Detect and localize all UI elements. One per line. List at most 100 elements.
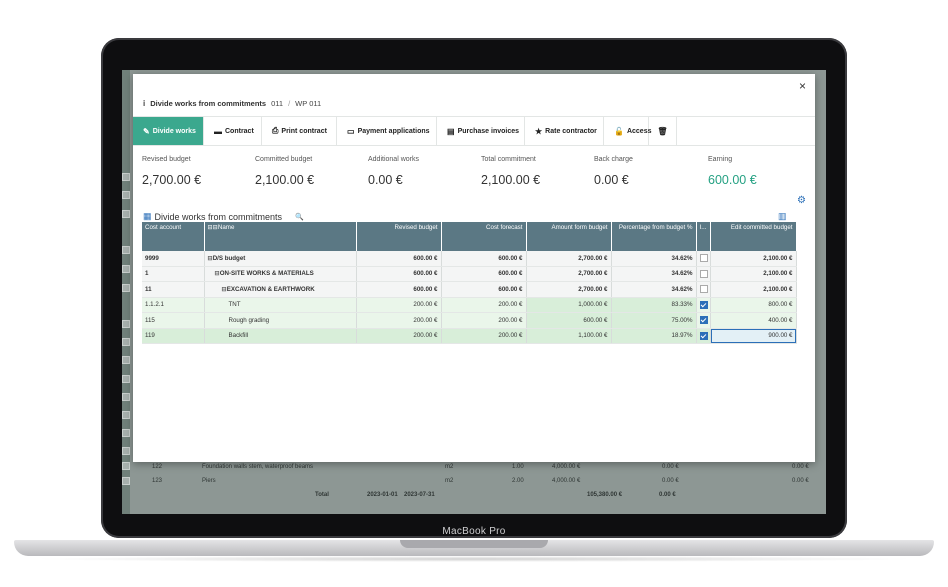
laptop-notch — [400, 540, 548, 548]
bg-row-id: 123 — [152, 478, 163, 484]
cell-checkbox[interactable] — [696, 328, 711, 344]
unlock-icon: 🔓 — [614, 126, 624, 136]
background-checkbox — [122, 356, 130, 364]
bg-row-name: Piers — [202, 478, 216, 484]
stat-back-charge: Back charge 0.00 € — [594, 156, 704, 187]
cell-revised: 600.00 € — [356, 266, 442, 282]
breadcrumb-code[interactable]: 011 — [271, 99, 283, 108]
background-row: 122 Foundation walls stem, waterproof be… — [132, 461, 822, 475]
cell-account: 11 — [142, 281, 205, 298]
cell-name: Rough grading — [204, 312, 357, 329]
col-amount-form-budget[interactable]: Amount form budget — [526, 222, 612, 251]
tab-payment-applications[interactable]: ▭ Payment applications — [337, 117, 437, 145]
col-flag[interactable]: I... — [696, 222, 711, 251]
background-checkbox — [122, 477, 130, 485]
cell-amount: 2,700.00 € — [526, 266, 612, 282]
cell-amount: 2,700.00 € — [526, 251, 612, 267]
tab-label: Divide works — [152, 127, 196, 135]
cell-edit-committed[interactable]: 2,100.00 € — [710, 281, 797, 298]
cell-edit-committed[interactable]: 400.00 € — [710, 312, 797, 329]
bg-row-unit: m2 — [445, 464, 454, 470]
checkbox-checked[interactable] — [699, 331, 708, 340]
col-edit-committed-budget[interactable]: Edit committed budget — [710, 222, 797, 251]
table-row[interactable]: 9999 ⊟D/S budget 600.00 € 600.00 € 2,700… — [142, 251, 797, 267]
checkbox[interactable] — [699, 254, 708, 263]
search-icon[interactable]: 🔍 — [295, 213, 304, 221]
star-icon: ★ — [535, 126, 543, 136]
cell-edit-committed[interactable]: 2,100.00 € — [710, 251, 797, 267]
cell-checkbox[interactable] — [696, 297, 711, 313]
bg-row-value: 4,000.00 € — [552, 464, 581, 470]
section-title-text: Divide works from commitments — [154, 211, 283, 222]
cell-percent: 34.62% — [611, 251, 697, 267]
bg-row-id: 122 — [152, 464, 163, 470]
background-checkbox — [122, 191, 130, 199]
cell-amount: 2,700.00 € — [526, 281, 612, 298]
checkbox[interactable] — [699, 269, 708, 278]
columns-icon[interactable]: ▥ — [778, 211, 787, 222]
tab-purchase-invoices[interactable]: ▤ Purchase invoices — [437, 117, 525, 145]
background-checkbox — [122, 265, 130, 273]
cell-amount: 1,000.00 € — [526, 297, 612, 313]
cell-percent: 34.62% — [611, 281, 697, 298]
checkbox-checked[interactable] — [699, 300, 708, 309]
cell-edit-committed[interactable]: 2,100.00 € — [710, 266, 797, 282]
stat-earning: Earning 600.00 € — [708, 156, 818, 187]
background-checkbox — [122, 210, 130, 218]
background-checkbox — [122, 246, 130, 254]
tab-print-contract[interactable]: ⎙ Print contract — [262, 117, 337, 145]
stat-value: 2,700.00 € — [142, 173, 202, 187]
cell-checkbox[interactable] — [696, 266, 711, 282]
cell-amount: 1,100.00 € — [526, 328, 612, 344]
cell-checkbox[interactable] — [696, 281, 711, 298]
stat-label: Additional works — [368, 156, 419, 163]
invoice-icon: ▤ — [447, 126, 455, 136]
info-icon: i — [143, 99, 146, 108]
checkbox-checked[interactable] — [699, 316, 708, 325]
cell-percent: 34.62% — [611, 266, 697, 282]
cell-account: 1 — [142, 266, 205, 282]
cell-edit-committed-selected[interactable]: 900.00 € — [710, 328, 797, 344]
gear-icon[interactable]: ⚙ — [797, 195, 806, 206]
stat-label: Committed budget — [255, 156, 313, 163]
tab-label: Purchase invoices — [457, 127, 520, 135]
stat-value: 600.00 € — [708, 173, 757, 187]
col-cost-account[interactable]: Cost account — [142, 222, 205, 251]
table-row[interactable]: 1 ⊟ON-SITE WORKS & MATERIALS 600.00 € 60… — [142, 266, 797, 282]
col-revised-budget[interactable]: Revised budget — [356, 222, 442, 251]
tab-access[interactable]: 🔓 Access — [604, 117, 652, 145]
table-row[interactable]: 119 Backfill 200.00 € 200.00 € 1,100.00 … — [142, 328, 797, 344]
grid-header-row: Cost account ⊟⊟Name Revised budget Cost … — [142, 222, 797, 251]
bg-row-value: 4,000.00 € — [552, 478, 581, 484]
background-total-row: Total 2023-01-01 2023-07-31 105,380.00 €… — [132, 489, 822, 503]
close-button[interactable]: × — [799, 79, 806, 93]
delete-button[interactable]: 🗑 — [649, 117, 677, 145]
checkbox[interactable] — [699, 285, 708, 294]
cell-checkbox[interactable] — [696, 312, 711, 329]
grid-icon: ▦ — [143, 211, 152, 221]
cell-forecast: 600.00 € — [441, 266, 527, 282]
cell-forecast: 200.00 € — [441, 297, 527, 313]
summary-stats: Revised budget 2,700.00 € Committed budg… — [142, 156, 802, 196]
cell-forecast: 600.00 € — [441, 281, 527, 298]
collapse-all-icon[interactable]: ⊟⊟ — [208, 224, 218, 231]
table-row[interactable]: 115 Rough grading 200.00 € 200.00 € 600.… — [142, 312, 797, 329]
col-percentage-from-budget[interactable]: Percentage from budget % — [611, 222, 697, 251]
tab-divide-works[interactable]: ✎ Divide works — [133, 117, 204, 145]
cell-checkbox[interactable] — [696, 251, 711, 267]
tab-bar: ✎ Divide works ▬ Contract ⎙ Print contra… — [133, 116, 815, 146]
col-name[interactable]: ⊟⊟Name — [204, 222, 357, 251]
cell-account: 1.1.2.1 — [142, 297, 205, 313]
col-name-label: Name — [217, 224, 235, 231]
cell-edit-committed[interactable]: 800.00 € — [710, 297, 797, 313]
stat-label: Back charge — [594, 156, 633, 163]
table-row[interactable]: 1.1.2.1 TNT 200.00 € 200.00 € 1,000.00 €… — [142, 297, 797, 313]
print-icon: ⎙ — [272, 126, 279, 135]
tab-rate-contractor[interactable]: ★ Rate contractor — [525, 117, 604, 145]
breadcrumb-wp[interactable]: WP 011 — [295, 99, 321, 108]
stat-value: 2,100.00 € — [255, 173, 315, 187]
tab-contract[interactable]: ▬ Contract — [204, 117, 262, 145]
table-row[interactable]: 11 ⊟EXCAVATION & EARTHWORK 600.00 € 600.… — [142, 281, 797, 298]
tab-label: Contract — [225, 127, 254, 135]
col-cost-forecast[interactable]: Cost forecast — [441, 222, 527, 251]
